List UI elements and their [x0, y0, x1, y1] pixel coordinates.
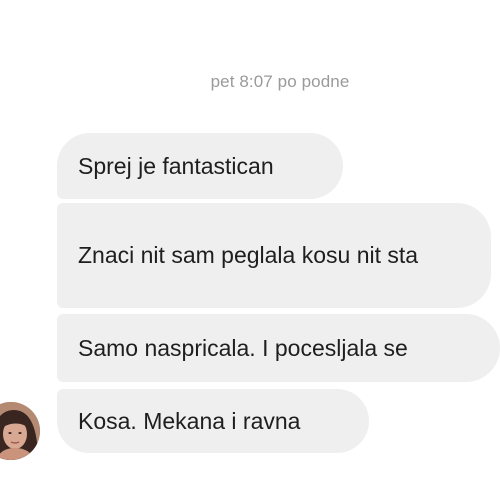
message-text: Samo naspricala. I pocesljala se [78, 334, 408, 361]
profile-photo-icon [0, 402, 40, 460]
message-timestamp: pet 8:07 po podne [210, 72, 350, 91]
message-bubble[interactable]: Sprej je fantastican [57, 133, 343, 199]
message-bubble[interactable]: Samo naspricala. I pocesljala se [57, 314, 500, 382]
message-text: Sprej je fantastican [78, 152, 274, 179]
message-text: Kosa. Mekana i ravna [78, 407, 301, 434]
message-bubble[interactable]: Kosa. Mekana i ravna [57, 389, 369, 453]
message-bubble[interactable]: Znaci nit sam peglala kosu nit sta [57, 203, 491, 308]
sender-avatar[interactable] [0, 402, 40, 460]
message-text: Znaci nit sam peglala kosu nit sta [78, 242, 419, 268]
